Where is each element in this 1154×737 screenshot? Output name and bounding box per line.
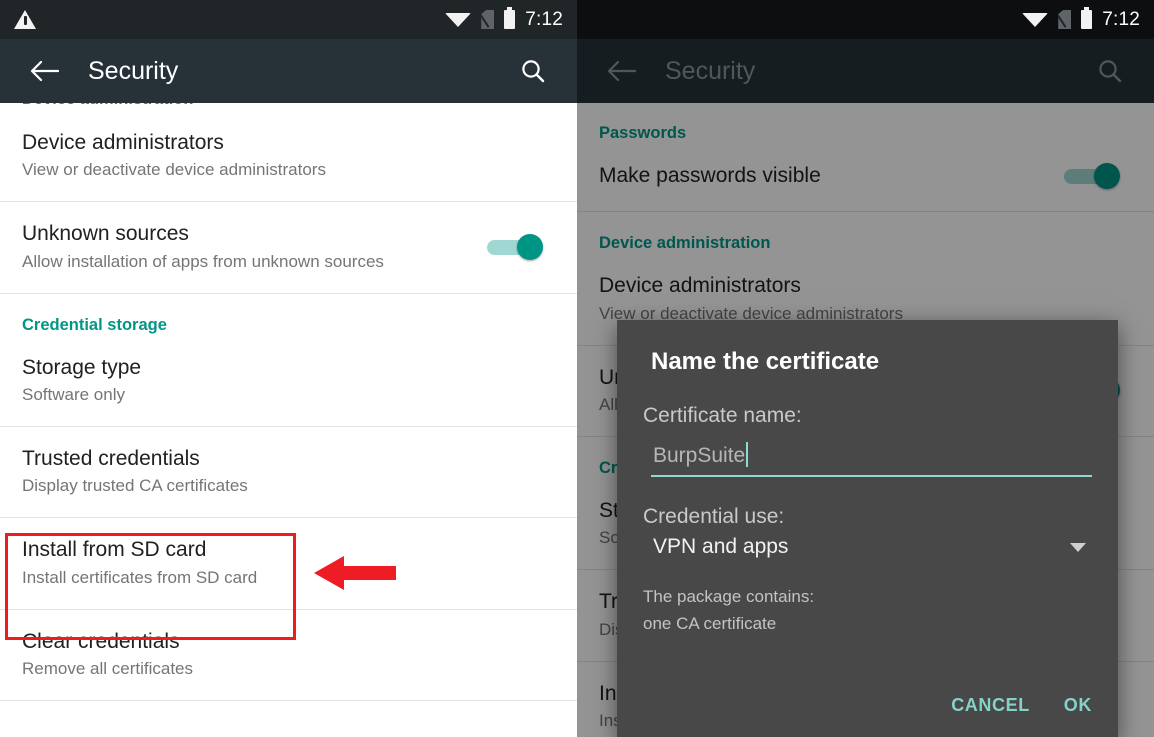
search-button[interactable] <box>511 49 555 93</box>
list-item-subtitle: View or deactivate device administrators <box>22 160 326 180</box>
divider <box>0 700 577 702</box>
left-settings-list: Device administration Device administrat… <box>0 103 577 702</box>
right-phone-screen: 7:12 Security Passwords Make passwords v… <box>577 0 1154 737</box>
chevron-down-icon <box>1070 542 1086 552</box>
dialog-title: Name the certificate <box>651 348 880 375</box>
certificate-name-input[interactable]: BurpSuite <box>643 442 1092 477</box>
list-item-subtitle: Allow installation of apps from unknown … <box>22 251 384 271</box>
left-status-bar: 7:12 <box>0 0 577 39</box>
input-underline <box>651 475 1092 477</box>
certificate-name-label: Certificate name: <box>643 404 802 427</box>
list-item-subtitle: Install certificates from SD card <box>22 567 258 587</box>
list-item-subtitle: Display trusted CA certificates <box>22 476 248 496</box>
no-sim-icon <box>481 10 495 29</box>
list-item-trusted-credentials[interactable]: Trusted credentials Display trusted CA c… <box>0 427 577 518</box>
right-status-bar: 7:12 <box>577 0 1154 39</box>
list-item-subtitle: Remove all certificates <box>22 658 194 678</box>
search-icon <box>522 60 545 83</box>
list-item-unknown-sources[interactable]: Unknown sources Allow installation of ap… <box>0 202 577 293</box>
list-item-title: Device administrators <box>22 131 224 154</box>
unknown-sources-toggle[interactable] <box>487 234 543 261</box>
package-contains-line2: one CA certificate <box>643 613 777 633</box>
package-contains-line1: The package contains: <box>643 587 815 606</box>
cancel-button[interactable]: CANCEL <box>951 695 1030 716</box>
left-phone-screen: 7:12 Security Device administration <box>0 0 577 737</box>
ok-button[interactable]: OK <box>1064 695 1092 716</box>
list-item-storage-type[interactable]: Storage type Software only <box>0 338 577 427</box>
list-item-title: Storage type <box>22 355 142 379</box>
toggle-thumb <box>517 234 543 261</box>
list-item-clear-credentials[interactable]: Clear credentials Remove all certificate… <box>0 609 577 701</box>
text-cursor <box>746 442 749 467</box>
certificate-name-value: BurpSuite <box>653 444 746 467</box>
screenshot-root: 7:12 Security Device administration <box>0 0 1154 737</box>
clipped-section-header-label: Device administration <box>22 103 193 109</box>
page-title: Security <box>88 56 179 85</box>
list-item-device-administrators[interactable]: Device administrators View or deactivate… <box>0 111 577 202</box>
back-button[interactable] <box>22 49 66 93</box>
status-bar-clock: 7:12 <box>525 8 563 30</box>
status-bar-clock: 7:12 <box>1102 8 1140 30</box>
credential-use-value: VPN and apps <box>653 535 789 558</box>
list-item-title: Trusted credentials <box>22 447 200 471</box>
list-item-title: Clear credentials <box>22 629 180 653</box>
arrow-back-icon <box>30 60 59 82</box>
wifi-icon <box>445 12 472 27</box>
clipped-section-header: Device administration <box>0 103 577 111</box>
battery-icon <box>504 7 516 29</box>
no-sim-icon <box>1058 10 1072 29</box>
list-item-title: Unknown sources <box>22 222 189 246</box>
warning-triangle-icon <box>14 10 36 29</box>
list-item-subtitle: Software only <box>22 384 125 404</box>
left-app-bar: Security <box>0 39 577 103</box>
dialog-actions: CANCEL OK <box>951 695 1092 716</box>
battery-icon <box>1081 7 1093 29</box>
wifi-icon <box>1022 12 1049 27</box>
name-the-certificate-dialog: Name the certificate Certificate name: B… <box>617 320 1118 737</box>
credential-use-select[interactable]: VPN and apps <box>643 535 1092 559</box>
section-header-credential-storage: Credential storage <box>22 315 167 334</box>
list-item-title: Install from SD card <box>22 538 207 562</box>
list-item-install-from-sd-card[interactable]: Install from SD card Install certificate… <box>0 518 577 609</box>
credential-use-label: Credential use: <box>643 505 785 528</box>
